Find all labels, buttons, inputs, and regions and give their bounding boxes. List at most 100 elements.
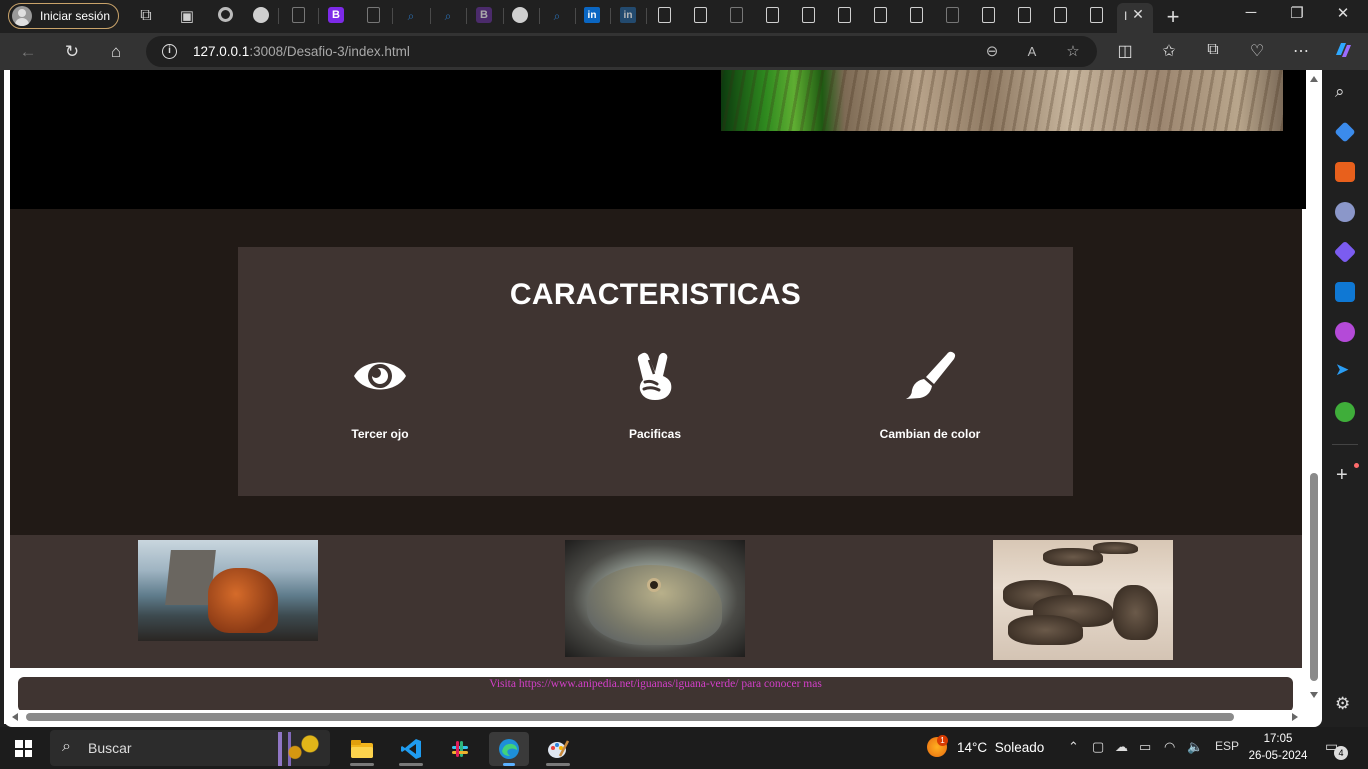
document-tab-icon[interactable]: [982, 7, 995, 23]
designer-icon[interactable]: [1335, 322, 1355, 342]
back-button[interactable]: ←: [17, 41, 39, 63]
file-explorer-icon[interactable]: [342, 732, 382, 766]
favorite-star-icon[interactable]: ☆: [1063, 42, 1083, 60]
github-tab-icon[interactable]: [253, 7, 269, 23]
url-text[interactable]: 127.0.0.1:3008/Desafio-3/index.html: [193, 44, 410, 59]
bootstrap-tab-icon[interactable]: B: [328, 7, 344, 23]
more-menu-icon[interactable]: ⋯: [1290, 41, 1312, 61]
search-tab-icon[interactable]: ⌕: [402, 7, 420, 25]
vscode-icon[interactable]: [391, 732, 431, 766]
scroll-right-icon[interactable]: [1292, 713, 1298, 721]
refresh-button[interactable]: ↻: [61, 41, 83, 63]
slack-icon[interactable]: [440, 732, 480, 766]
restore-button[interactable]: ❐: [1282, 4, 1312, 22]
google-tab-icon[interactable]: [218, 7, 233, 22]
peace-hand-icon: [637, 352, 672, 400]
workspaces-icon[interactable]: ⧉: [137, 7, 155, 25]
cloud-sync-icon[interactable]: ☁: [1115, 739, 1128, 755]
scroll-left-icon[interactable]: [12, 713, 18, 721]
performance-icon[interactable]: ♡: [1246, 41, 1268, 61]
zoom-icon[interactable]: ⊖: [982, 42, 1002, 60]
iguana-photo-portrait: [565, 540, 745, 657]
profile-button[interactable]: Iniciar sesión: [8, 3, 119, 29]
language-indicator[interactable]: ESP: [1215, 739, 1239, 753]
tree-icon[interactable]: [1335, 402, 1355, 422]
horizontal-scroll-thumb[interactable]: [26, 713, 1234, 721]
minimize-button[interactable]: ─: [1236, 4, 1266, 21]
settings-gear-icon[interactable]: ⚙: [1335, 694, 1350, 714]
document-tab-icon[interactable]: [766, 7, 779, 23]
new-tab-button[interactable]: +: [1163, 4, 1183, 30]
document-tab-icon[interactable]: [802, 7, 815, 23]
document-tab-icon[interactable]: [838, 7, 851, 23]
collections-icon[interactable]: ⧉: [1202, 41, 1224, 59]
meet-now-icon[interactable]: ▢: [1092, 739, 1104, 755]
wifi-icon[interactable]: ◠: [1164, 739, 1175, 755]
document-tab-icon[interactable]: [694, 7, 707, 23]
volume-icon[interactable]: 🔈: [1187, 739, 1203, 755]
url-host: 127.0.0.1: [193, 44, 250, 59]
document-tab-icon[interactable]: [946, 7, 959, 23]
address-bar[interactable]: i 127.0.0.1:3008/Desafio-3/index.html ⊖ …: [146, 36, 1097, 67]
close-tab-icon[interactable]: ✕: [1131, 6, 1145, 23]
battery-icon[interactable]: ▭: [1139, 739, 1151, 755]
document-tab-icon[interactable]: [910, 7, 923, 23]
tab-divider: [575, 8, 576, 24]
search-icon: ⌕: [62, 738, 71, 755]
copilot-icon[interactable]: [1332, 39, 1354, 66]
weather-text[interactable]: 14°C Soleado: [957, 740, 1044, 755]
outlook-icon[interactable]: [1335, 282, 1355, 302]
bootstrap-tab-icon[interactable]: B: [476, 7, 492, 23]
search-tab-icon[interactable]: ⌕: [548, 7, 566, 25]
chevron-up-icon[interactable]: ⌃: [1068, 739, 1079, 755]
clock[interactable]: 17:05 26-05-2024: [1248, 731, 1308, 765]
search-highlight-flowers-icon: [268, 732, 328, 766]
favorites-icon[interactable]: ✩: [1158, 41, 1180, 61]
games-icon[interactable]: [1335, 202, 1355, 222]
linkedin-tab-icon[interactable]: in: [620, 7, 636, 23]
address-toolbar: ← ↻ ⌂ i 127.0.0.1:3008/Desafio-3/index.h…: [0, 33, 1368, 70]
document-tab-icon[interactable]: [730, 7, 743, 23]
taskbar-search-label: Buscar: [88, 740, 132, 756]
document-tab-icon[interactable]: [1018, 7, 1031, 23]
tab-actions-icon[interactable]: ▣: [178, 7, 196, 25]
close-window-button[interactable]: ✕: [1328, 4, 1358, 22]
site-info-icon[interactable]: i: [162, 44, 177, 59]
document-tab-icon[interactable]: [292, 7, 305, 23]
github-tab-icon[interactable]: [512, 7, 528, 23]
feature-third-eye: Tercer ojo: [280, 350, 480, 441]
read-aloud-icon[interactable]: A: [1022, 44, 1042, 59]
copilot-app-icon[interactable]: [1333, 240, 1357, 264]
vertical-scrollbar[interactable]: [1306, 70, 1322, 710]
send-icon[interactable]: ➤: [1335, 360, 1349, 380]
windows-start-icon[interactable]: [15, 740, 32, 757]
tab-divider: [278, 8, 279, 24]
document-tab-icon[interactable]: [1090, 7, 1103, 23]
notification-count-badge: 4: [1334, 746, 1348, 760]
vertical-scroll-thumb[interactable]: [1310, 473, 1318, 681]
paint-icon[interactable]: [538, 732, 578, 766]
edge-browser-icon[interactable]: [489, 732, 529, 766]
document-tab-icon[interactable]: [1054, 7, 1067, 23]
search-icon[interactable]: ⌕: [1335, 82, 1345, 102]
home-button[interactable]: ⌂: [105, 41, 127, 63]
clock-date: 26-05-2024: [1248, 750, 1308, 762]
document-tab-icon[interactable]: [367, 7, 380, 23]
document-tab-icon[interactable]: [874, 7, 887, 23]
horizontal-scrollbar[interactable]: [4, 710, 1306, 724]
edge-sidebar: ⌕ ➤ + ⚙: [1322, 70, 1368, 727]
scroll-up-icon[interactable]: [1310, 76, 1318, 82]
split-screen-icon[interactable]: ◫: [1114, 41, 1136, 61]
active-tab-label: I: [1124, 9, 1128, 23]
weather-temp: 14°C: [957, 740, 988, 755]
footer-link-text[interactable]: Visita https://www.anipedia.net/iguanas/…: [18, 678, 1293, 690]
add-icon[interactable]: +: [1336, 464, 1348, 487]
search-tab-icon[interactable]: ⌕: [439, 7, 457, 25]
scroll-down-icon[interactable]: [1310, 692, 1318, 698]
linkedin-tab-icon[interactable]: in: [584, 7, 600, 23]
document-tab-icon[interactable]: [658, 7, 671, 23]
sidebar-divider: [1332, 444, 1358, 445]
shopping-tag-icon[interactable]: [1334, 121, 1356, 143]
taskbar-search[interactable]: ⌕ Buscar: [50, 730, 330, 766]
tools-icon[interactable]: [1335, 162, 1355, 182]
